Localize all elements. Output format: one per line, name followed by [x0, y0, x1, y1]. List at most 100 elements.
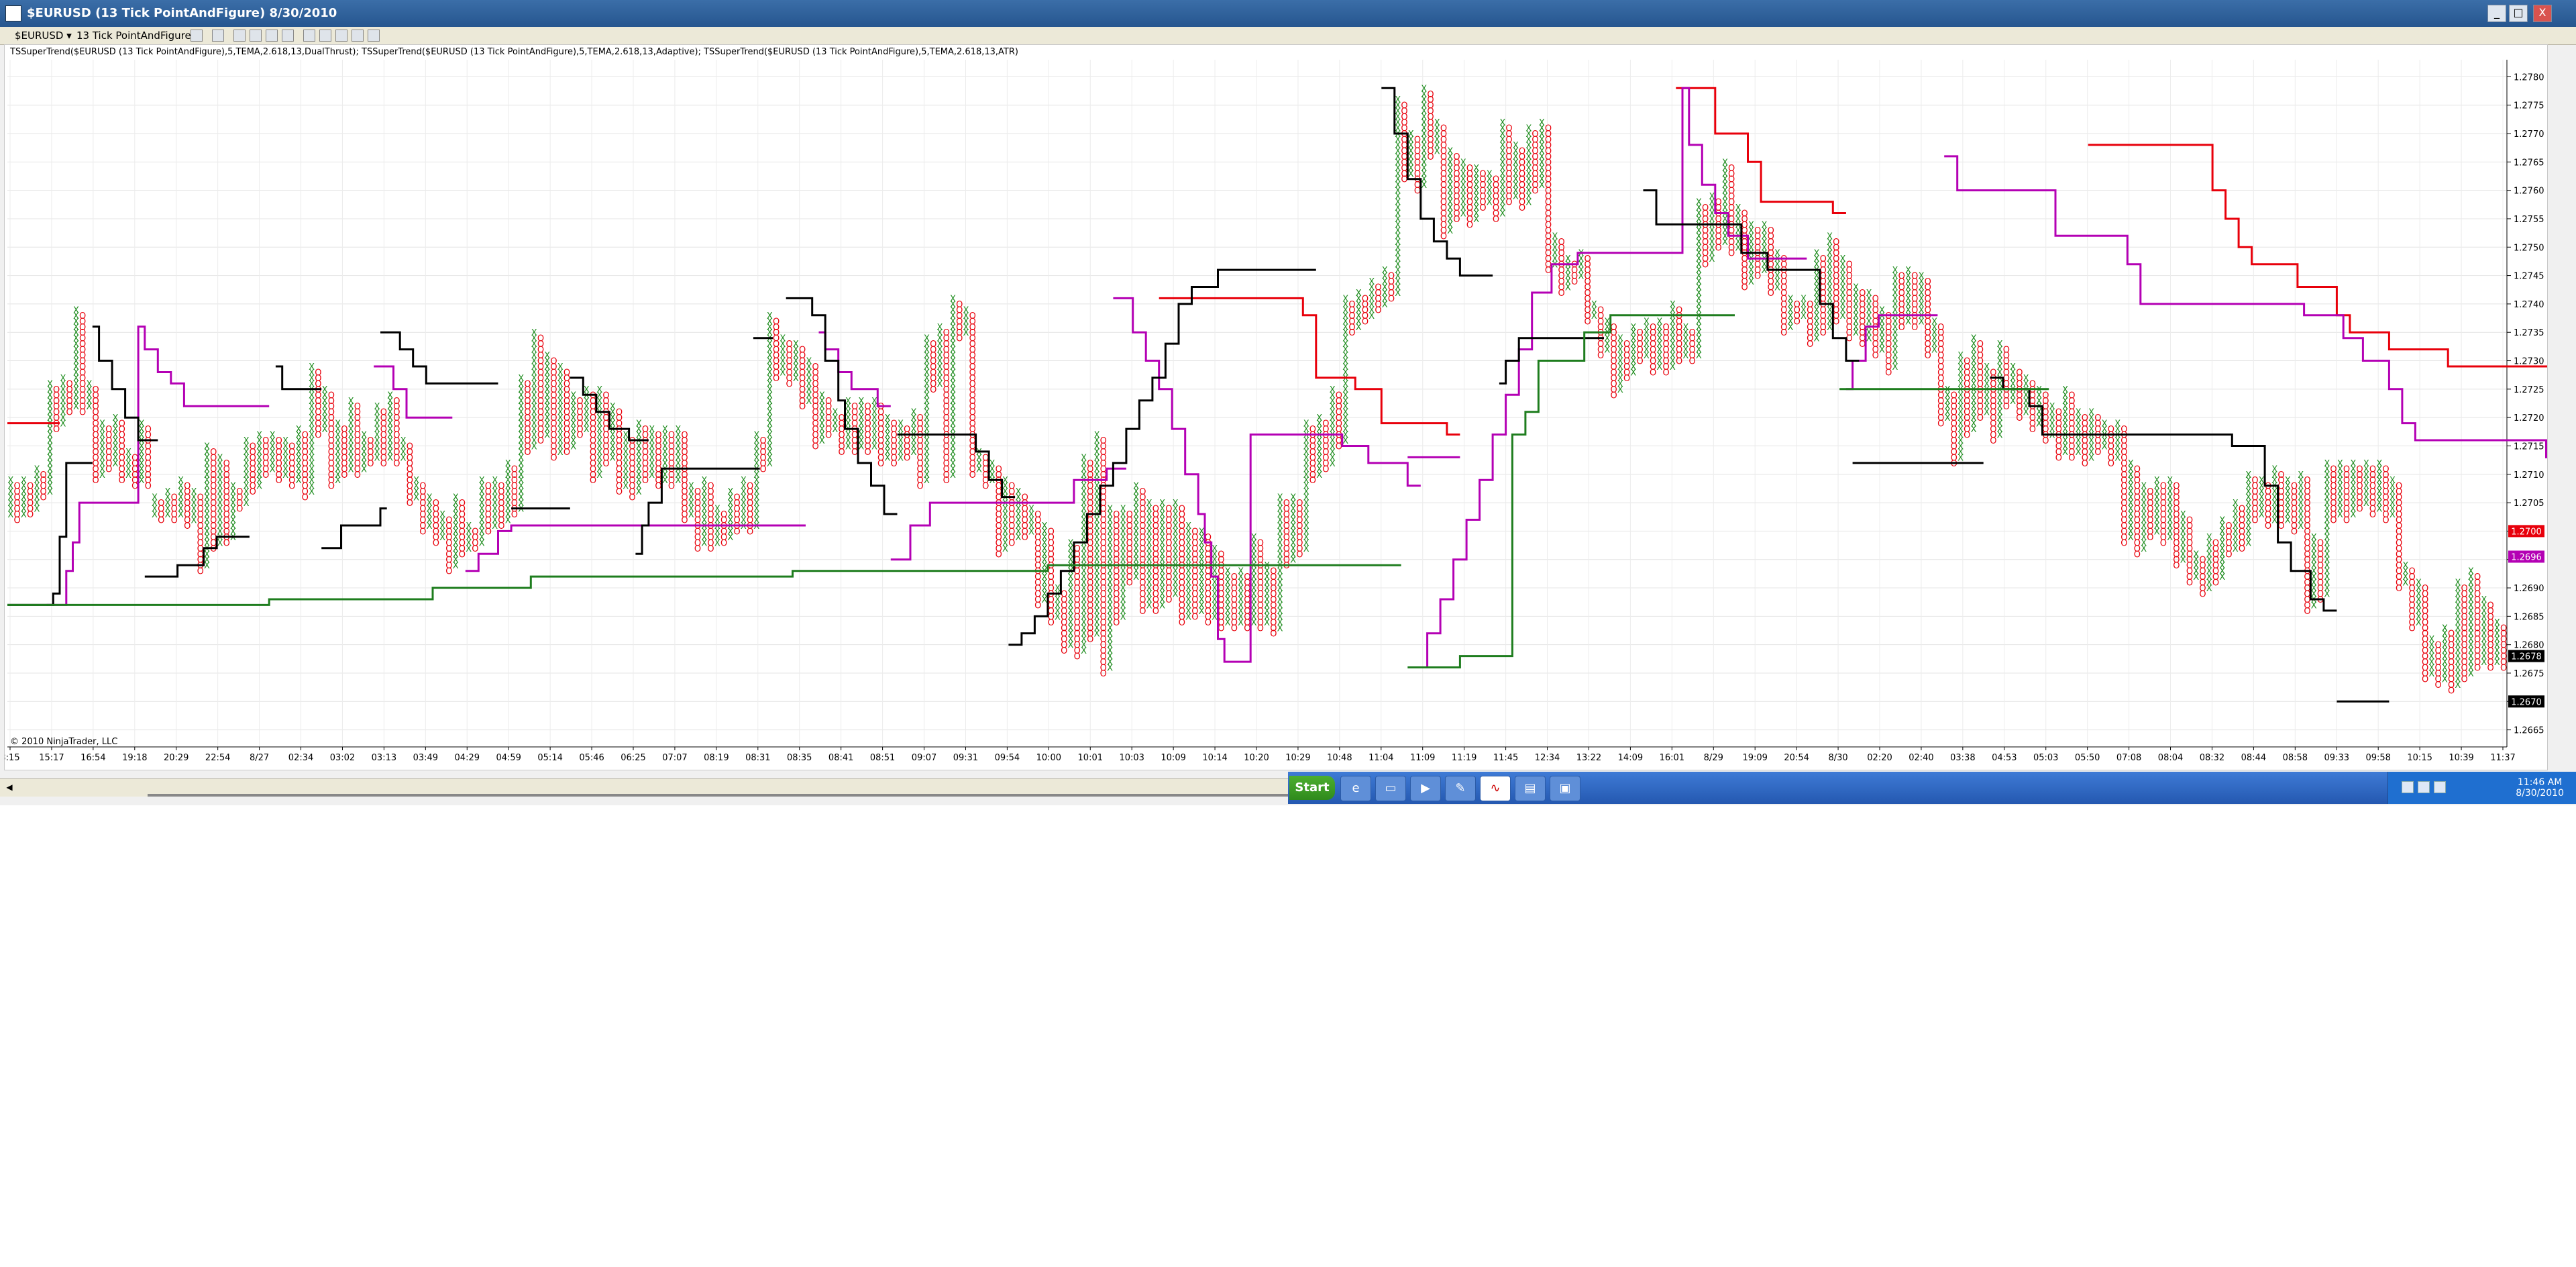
- x-tick-label: 13:22: [1576, 753, 1601, 763]
- pnf-o-box: O: [1283, 499, 1290, 509]
- pnf-o-box: O: [380, 408, 387, 418]
- period-selector[interactable]: 13 Tick PointAndFigure ▾: [72, 29, 203, 42]
- pnf-x-box: X: [1919, 272, 1925, 282]
- pnf-x-box: X: [858, 397, 864, 407]
- pnf-x-box: X: [1303, 419, 1309, 429]
- pnf-o-box: O: [262, 436, 269, 446]
- pnf-o-box: O: [2330, 464, 2337, 474]
- pnf-o-box: O: [2147, 487, 2153, 497]
- system-tray: 11:46 AM 8/30/2010: [2387, 772, 2576, 804]
- pnf-x-box: X: [1133, 482, 1139, 492]
- clock[interactable]: 11:46 AM 8/30/2010: [2516, 777, 2564, 799]
- volume-icon[interactable]: [2434, 781, 2446, 793]
- pnf-x-box: X: [2233, 499, 2239, 509]
- pnf-chart[interactable]: 1.27801.27751.27701.27651.27601.27551.27…: [0, 45, 2576, 770]
- line-tool-icon[interactable]: [233, 30, 246, 42]
- pnf-o-box: O: [1179, 505, 1185, 515]
- snapshot-icon[interactable]: [335, 30, 347, 42]
- pnf-o-box: O: [851, 402, 858, 412]
- browser-task-icon[interactable]: e: [1340, 776, 1371, 801]
- bar-type-icon[interactable]: [191, 30, 203, 42]
- crosshair-icon[interactable]: [266, 30, 278, 42]
- pnf-x-box: X: [2141, 482, 2147, 492]
- indicators-icon[interactable]: [303, 30, 315, 42]
- pnf-o-box: O: [1296, 499, 1303, 509]
- instrument-selector[interactable]: $EURUSD ▾: [11, 29, 76, 42]
- close-button[interactable]: X: [2533, 5, 2552, 22]
- x-tick-label: 03:49: [413, 753, 438, 763]
- pnf-x-box: X: [1421, 84, 1427, 94]
- pnf-o-box: O: [2461, 584, 2467, 594]
- ninjatrader-task-icon[interactable]: ∿: [1480, 776, 1511, 801]
- supertrend-line: [46, 87, 2576, 668]
- pnf-o-box: O: [1990, 368, 1996, 378]
- pnf-x-box: X: [1342, 294, 1348, 304]
- media-task-icon[interactable]: ▶: [1410, 776, 1441, 801]
- x-tick-label: 15:17: [39, 753, 64, 763]
- strategies-icon[interactable]: [319, 30, 331, 42]
- pnf-x-box: X: [505, 459, 511, 469]
- pnf-x-box: X: [217, 453, 223, 463]
- title-bar: $EURUSD (13 Tick PointAndFigure) 8/30/20…: [0, 0, 2576, 27]
- zoom-icon[interactable]: [250, 30, 262, 42]
- x-tick-label: 08:31: [745, 753, 770, 763]
- pnf-o-box: O: [1807, 300, 1813, 310]
- editor-task-icon[interactable]: ✎: [1445, 776, 1476, 801]
- monitor-task-icon[interactable]: ▣: [1550, 776, 1580, 801]
- draw-tool-icon[interactable]: [212, 30, 224, 42]
- x-tick-label: 08:19: [704, 753, 729, 763]
- pnf-x-box: X: [178, 476, 184, 486]
- pnf-o-box: O: [707, 482, 714, 492]
- x-tick-label: 03:02: [330, 753, 355, 763]
- minimize-button[interactable]: _: [2487, 5, 2506, 22]
- pnf-o-box: O: [2068, 391, 2075, 401]
- x-tick-label: 8/27: [250, 753, 269, 763]
- pnf-o-box: O: [2434, 641, 2441, 651]
- pnf-o-box: O: [969, 311, 976, 321]
- scroll-thumb[interactable]: [148, 794, 1288, 797]
- pnf-o-box: O: [236, 487, 243, 497]
- pnf-x-box: X: [413, 476, 419, 486]
- pnf-x-box: X: [2337, 459, 2343, 469]
- pnf-x-box: X: [780, 334, 786, 344]
- pnf-x-box: X: [714, 505, 720, 515]
- chart-panel[interactable]: 1.2780 1.2775 1.2770 1.2765 1.2760 1.2755 1.27…: [0, 44, 2576, 770]
- security-icon[interactable]: [2418, 781, 2430, 793]
- x-tick-label: 02:34: [288, 753, 313, 763]
- pnf-o-box: O: [2448, 629, 2455, 640]
- pnf-x-box: X: [1735, 203, 1741, 213]
- print-icon[interactable]: [352, 30, 364, 42]
- pnf-o-box: O: [812, 362, 818, 372]
- pnf-x-box: X: [1892, 266, 1898, 276]
- window-task-icon[interactable]: ▤: [1515, 776, 1546, 801]
- pnf-o-box: O: [105, 425, 112, 435]
- pnf-x-box: X: [322, 385, 328, 395]
- scroll-left-icon[interactable]: ◀: [4, 782, 15, 793]
- pnf-o-box: O: [1741, 209, 1748, 219]
- data-box-icon[interactable]: [368, 30, 380, 42]
- network-icon[interactable]: [2402, 781, 2414, 793]
- pnf-o-box: O: [720, 510, 727, 520]
- pnf-o-box: O: [2003, 346, 2010, 356]
- folder-task-icon[interactable]: ▭: [1375, 776, 1406, 801]
- pnf-o-box: O: [747, 482, 753, 492]
- horizontal-scrollbar[interactable]: ◀: [0, 778, 1288, 797]
- pnf-x-box: X: [1212, 544, 1218, 554]
- pnf-x-box: X: [2259, 476, 2265, 486]
- x-tick-label: 05:03: [2033, 753, 2058, 763]
- pnf-x-box: X: [2180, 510, 2186, 520]
- start-button[interactable]: Start: [1289, 776, 1335, 800]
- pnf-x-box: X: [427, 493, 433, 503]
- x-tick-label: 04:29: [455, 753, 480, 763]
- clock-date: 8/30/2010: [2516, 788, 2564, 799]
- chart-properties-icon[interactable]: [282, 30, 294, 42]
- pnf-o-box: O: [1820, 254, 1827, 264]
- x-tick-label: 08:32: [2200, 753, 2224, 763]
- pnf-o-box: O: [773, 317, 780, 327]
- pnf-o-box: O: [1951, 391, 1957, 401]
- pnf-o-box: O: [865, 402, 871, 412]
- pnf-o-box: O: [1388, 272, 1395, 282]
- pnf-x-box: X: [936, 323, 943, 333]
- x-tick-label: 07:08: [2116, 753, 2141, 763]
- maximize-button[interactable]: □: [2509, 5, 2528, 22]
